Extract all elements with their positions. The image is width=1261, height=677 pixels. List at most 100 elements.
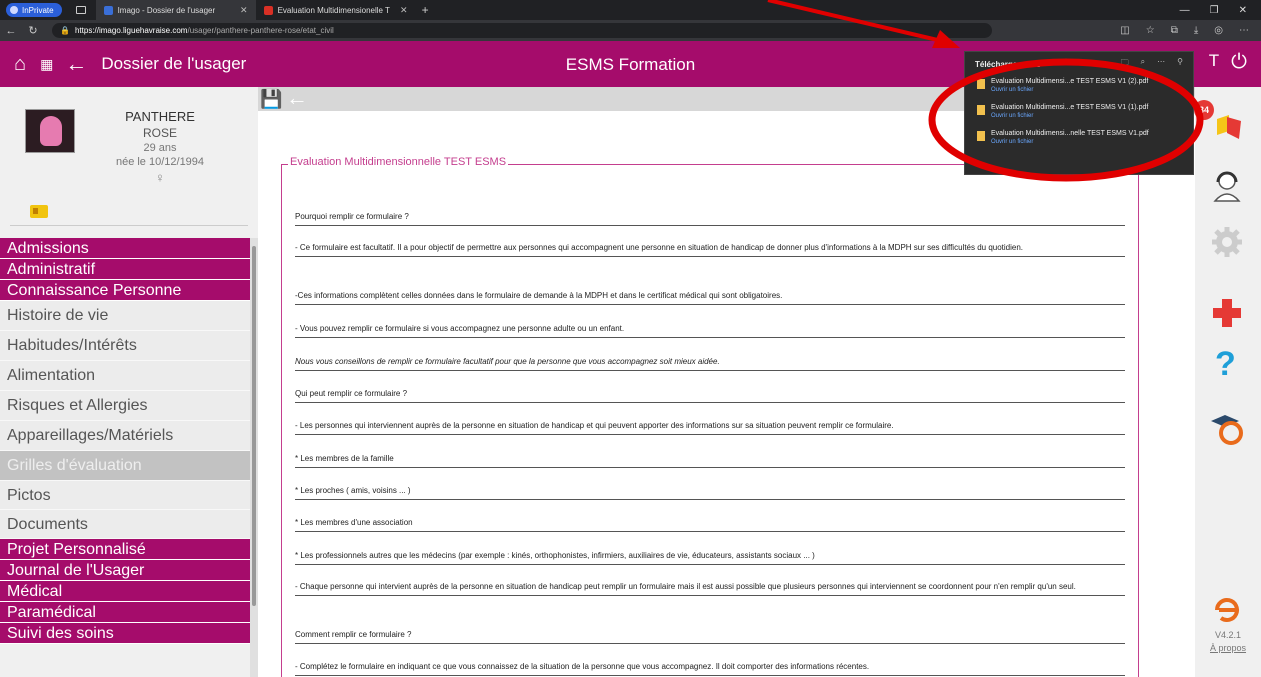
avatar[interactable]: [25, 109, 75, 153]
sidebar-item-suivi-soins[interactable]: Suivi des soins: [0, 623, 250, 644]
more-icon[interactable]: ⋯: [1239, 25, 1249, 36]
search-icon[interactable]: ⌕: [1141, 57, 1145, 71]
help-icon[interactable]: ?: [1215, 345, 1236, 384]
open-file-link[interactable]: Ouvrir un fichier: [991, 139, 1193, 145]
close-tab-icon[interactable]: ✕: [240, 5, 248, 16]
download-item[interactable]: Evaluation Multidimensi...e TEST ESMS V1…: [965, 76, 1193, 102]
back-icon[interactable]: ←: [0, 25, 22, 37]
pdf-file-icon: [977, 131, 985, 141]
folder-icon[interactable]: 🗀: [1121, 57, 1129, 71]
split-screen-icon[interactable]: ◫: [1120, 25, 1129, 36]
sidebar-item-paramedical[interactable]: Paramédical: [0, 602, 250, 623]
left-panel: PANTHERE ROSE 29 ans née le 10/12/1994 ♀…: [0, 87, 258, 677]
inprivate-badge[interactable]: InPrivate: [6, 3, 62, 17]
download-filename: Evaluation Multidimensi...nelle TEST ESM…: [991, 130, 1149, 137]
support-headset-icon[interactable]: [1209, 167, 1245, 203]
apps-grid-icon[interactable]: ▦: [40, 56, 53, 73]
sidebar-scrollbar[interactable]: [250, 238, 258, 677]
back-arrow-icon[interactable]: ←: [65, 51, 87, 77]
medical-cross-icon[interactable]: [1209, 295, 1245, 331]
form-row: - Chaque personne qui intervient auprès …: [295, 582, 1125, 596]
home-icon[interactable]: ⌂: [14, 53, 26, 76]
main-content: Evaluation Multidimensionnelle TEST ESMS…: [258, 111, 1195, 677]
form-row: * Les proches ( amis, voisins ... ): [295, 486, 1125, 500]
more-icon[interactable]: ⋯: [1157, 57, 1165, 71]
tab-actions-icon[interactable]: [75, 6, 86, 14]
fieldset-legend: Evaluation Multidimensionnelle TEST ESMS: [288, 156, 509, 168]
training-icon[interactable]: [1209, 409, 1245, 445]
sidebar-item-projet-personnalise[interactable]: Projet Personnalisé: [0, 539, 250, 560]
patient-lastname: PANTHERE: [125, 109, 195, 124]
form-row: -Ces informations complètent celles donn…: [295, 291, 1125, 305]
flags-icon[interactable]: [1209, 109, 1245, 145]
url-host: https://imago.liguehavraise.com: [74, 26, 188, 35]
close-window-icon[interactable]: ✕: [1239, 5, 1247, 16]
form-row: Nous vous conseillons de remplir ce form…: [295, 357, 1125, 371]
close-tab-icon[interactable]: ✕: [400, 5, 408, 16]
form-row: Comment remplir ce formulaire ?: [295, 630, 1125, 644]
browser-toolbar: ◫ ☆ ⧉ ⤓ ◎ ⋯: [1120, 25, 1261, 36]
restore-icon[interactable]: ❐: [1210, 5, 1219, 16]
url-field[interactable]: 🔒 https://imago.liguehavraise.com/usager…: [52, 23, 992, 38]
tab-title: Imago - Dossier de l'usager: [117, 5, 216, 15]
power-icon[interactable]: ⏻: [1231, 51, 1247, 74]
pdf-favicon-icon: [263, 5, 273, 15]
address-bar-row: ← ↻ 🔒 https://imago.liguehavraise.com/us…: [0, 20, 1261, 41]
favorites-icon[interactable]: ☆: [1146, 25, 1155, 36]
back-arrow-icon[interactable]: ←: [286, 85, 308, 111]
minimize-icon[interactable]: —: [1180, 5, 1190, 16]
pin-icon[interactable]: ⚲: [1177, 57, 1183, 71]
patient-birthdate: née le 10/12/1994: [115, 156, 205, 168]
copilot-icon[interactable]: ◎: [1214, 25, 1223, 36]
form-row: - Les personnes qui interviennent auprès…: [295, 421, 1125, 435]
sidebar-item-administratif[interactable]: Administratif: [0, 259, 250, 280]
sidebar-item-appareillages[interactable]: Appareillages/Matériels: [0, 421, 250, 451]
tab-evaluation[interactable]: Evaluation Multidimensionelle T ✕: [256, 0, 416, 20]
id-card-icon[interactable]: [30, 205, 48, 218]
browser-tab-bar: InPrivate Imago - Dossier de l'usager ✕ …: [0, 0, 1261, 20]
form-row: * Les membres d'une association: [295, 518, 1125, 532]
imago-favicon-icon: [103, 5, 113, 15]
form-row: - Complétez le formulaire en indiquant c…: [295, 662, 1125, 676]
new-tab-icon[interactable]: +: [422, 3, 429, 17]
tab-imago[interactable]: Imago - Dossier de l'usager ✕: [95, 0, 256, 20]
collections-icon[interactable]: ⧉: [1171, 25, 1178, 36]
download-item[interactable]: Evaluation Multidimensi...e TEST ESMS V1…: [965, 102, 1193, 128]
download-item[interactable]: Evaluation Multidimensi...nelle TEST ESM…: [965, 128, 1193, 154]
sidebar-item-medical[interactable]: Médical: [0, 581, 250, 602]
refresh-icon[interactable]: ↻: [22, 24, 44, 37]
sidebar-item-grilles-evaluation[interactable]: Grilles d'évaluation: [0, 451, 250, 481]
open-file-link[interactable]: Ouvrir un fichier: [991, 113, 1193, 119]
user-initial: T: [1208, 51, 1220, 70]
sidebar-item-documents[interactable]: Documents: [0, 510, 250, 539]
lock-icon: 🔒: [60, 26, 70, 35]
page-title: Dossier de l'usager: [101, 54, 247, 73]
downloads-icon[interactable]: ⤓: [1194, 25, 1198, 36]
sidebar-item-connaissance-personne[interactable]: Connaissance Personne: [0, 280, 250, 301]
imago-logo-icon: [1215, 598, 1239, 622]
patient-age: 29 ans: [143, 142, 177, 154]
downloads-header: Téléchargements 🗀 ⌕ ⋯ ⚲: [965, 52, 1193, 76]
patient-info: PANTHERE ROSE 29 ans née le 10/12/1994 ♀: [110, 109, 210, 185]
sidebar-item-admissions[interactable]: Admissions: [0, 238, 250, 259]
notification-badge: 34: [1194, 100, 1214, 120]
save-icon[interactable]: 💾: [260, 89, 282, 110]
sidebar-item-risques-allergies[interactable]: Risques et Allergies: [0, 391, 250, 421]
form-row: * Les membres de la famille: [295, 454, 1125, 468]
sidebar-item-pictos[interactable]: Pictos: [0, 481, 250, 510]
sidebar-item-journal-usager[interactable]: Journal de l'Usager: [0, 560, 250, 581]
sidebar-item-habitudes[interactable]: Habitudes/Intérêts: [0, 331, 250, 361]
form-row: - Ce formulaire est facultatif. Il a pou…: [295, 243, 1125, 257]
form-row: Qui peut remplir ce formulaire ?: [295, 389, 1125, 403]
tab-title: Evaluation Multidimensionelle T: [277, 5, 390, 15]
downloads-title: Téléchargements: [975, 59, 1041, 69]
open-file-link[interactable]: Ouvrir un fichier: [991, 87, 1193, 93]
sidebar-item-alimentation[interactable]: Alimentation: [0, 361, 250, 391]
about-link[interactable]: À propos: [1195, 643, 1261, 653]
gear-icon[interactable]: [1209, 224, 1245, 260]
downloads-panel: Téléchargements 🗀 ⌕ ⋯ ⚲ Evaluation Multi…: [964, 51, 1194, 175]
download-filename: Evaluation Multidimensi...e TEST ESMS V1…: [991, 78, 1149, 85]
sidebar-item-histoire-de-vie[interactable]: Histoire de vie: [0, 301, 250, 331]
right-sidebar: ? V4.2.1 À propos: [1195, 87, 1261, 677]
pdf-file-icon: [977, 79, 985, 89]
